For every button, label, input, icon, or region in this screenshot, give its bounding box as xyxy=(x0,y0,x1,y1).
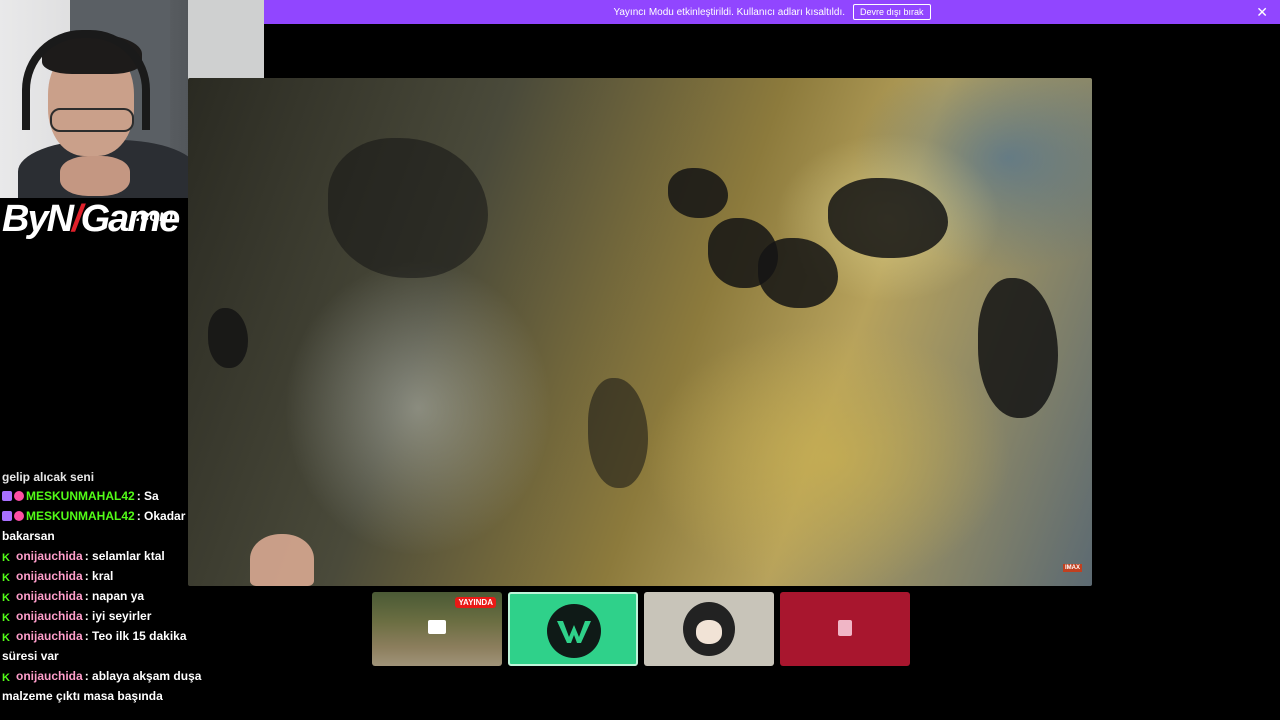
chat-list: MESKUNMAHAL42: Sa MESKUNMAHAL42: Okadar b… xyxy=(2,486,202,706)
disable-streamer-mode-button[interactable]: Devre dışı bırak xyxy=(853,4,931,20)
chat-username[interactable]: onijauchida xyxy=(16,549,83,563)
squad-stream-list: YAYINDA xyxy=(372,592,910,666)
chat-text: : kral xyxy=(84,569,114,583)
kick-badge-icon: K xyxy=(2,672,10,684)
kick-badge-icon: K xyxy=(2,592,10,604)
kick-badge-icon: K xyxy=(2,632,10,644)
kick-badge-icon: K xyxy=(2,572,10,584)
subscriber-badge-icon xyxy=(2,491,12,501)
chat-overlay: gelip alıcak seni MESKUNMAHAL42: Sa MESKU… xyxy=(2,470,202,706)
bynogame-logo: ByN/Game .com xyxy=(2,196,180,242)
kick-badge-icon: K xyxy=(2,612,10,624)
live-badge: YAYINDA xyxy=(455,597,496,608)
squad-stream-3[interactable] xyxy=(644,592,774,666)
video-rock xyxy=(668,168,728,218)
anime-face-icon xyxy=(696,620,722,644)
logo-text-a: ByN xyxy=(2,198,74,240)
channel-avatar xyxy=(683,602,735,656)
chat-text: : iyi seyirler xyxy=(84,609,152,623)
chat-message: Konijauchida: iyi seyirler xyxy=(2,606,202,626)
chat-message: Konijauchida: Teo ilk 15 dakika süresi v… xyxy=(2,626,202,666)
chat-message: Konijauchida: ablaya akşam duşa malzeme … xyxy=(2,666,202,706)
subscriber-badge-icon xyxy=(14,491,24,501)
kick-badge-icon: K xyxy=(2,552,10,564)
video-rock xyxy=(758,238,838,308)
chat-username[interactable]: MESKUNMAHAL42 xyxy=(26,509,135,523)
video-rock xyxy=(208,308,248,368)
streamer-hand xyxy=(60,156,130,196)
chat-text: : napan ya xyxy=(84,589,145,603)
chat-message: Konijauchida: selamlar ktal xyxy=(2,546,202,566)
squad-stream-2[interactable] xyxy=(508,592,638,666)
main-video-player[interactable]: IMAX xyxy=(188,78,1092,586)
chat-username[interactable]: onijauchida xyxy=(16,669,83,683)
chat-message: MESKUNMAHAL42: Okadar bakarsan xyxy=(2,506,202,546)
chat-message: Konijauchida: kral xyxy=(2,566,202,586)
logo-suffix: .com xyxy=(136,208,174,225)
chat-username[interactable]: onijauchida xyxy=(16,569,83,583)
chat-username[interactable]: onijauchida xyxy=(16,589,83,603)
chat-text: : selamlar ktal xyxy=(84,549,165,563)
pixel-character-icon xyxy=(838,620,852,636)
chat-text: : Sa xyxy=(136,489,159,503)
streamer-mode-banner: Yayıncı Modu etkinleştirildi. Kullanıcı … xyxy=(264,0,1280,24)
squad-stream-4[interactable] xyxy=(780,592,910,666)
video-watermark: IMAX xyxy=(1063,564,1082,572)
channel-avatar xyxy=(547,604,601,658)
glasses-icon xyxy=(50,108,134,132)
video-hand xyxy=(250,534,314,586)
chat-username[interactable]: onijauchida xyxy=(16,609,83,623)
tv-icon xyxy=(428,620,446,634)
logo-slash: / xyxy=(72,198,82,240)
chat-username[interactable]: onijauchida xyxy=(16,629,83,643)
banner-text: Yayıncı Modu etkinleştirildi. Kullanıcı … xyxy=(613,6,846,18)
video-rock xyxy=(978,278,1058,418)
chat-username[interactable]: MESKUNMAHAL42 xyxy=(26,489,135,503)
chat-message: Konijauchida: napan ya xyxy=(2,586,202,606)
close-icon[interactable]: ✕ xyxy=(1256,4,1268,20)
chat-message: MESKUNMAHAL42: Sa xyxy=(2,486,202,506)
w-logo-icon xyxy=(557,621,591,643)
chat-truncated-line: gelip alıcak seni xyxy=(2,470,95,484)
squad-stream-1[interactable]: YAYINDA xyxy=(372,592,502,666)
subscriber-badge-icon xyxy=(2,511,12,521)
video-rock xyxy=(328,138,488,278)
video-rock xyxy=(828,178,948,258)
video-rock xyxy=(588,378,648,488)
subscriber-badge-icon xyxy=(14,511,24,521)
